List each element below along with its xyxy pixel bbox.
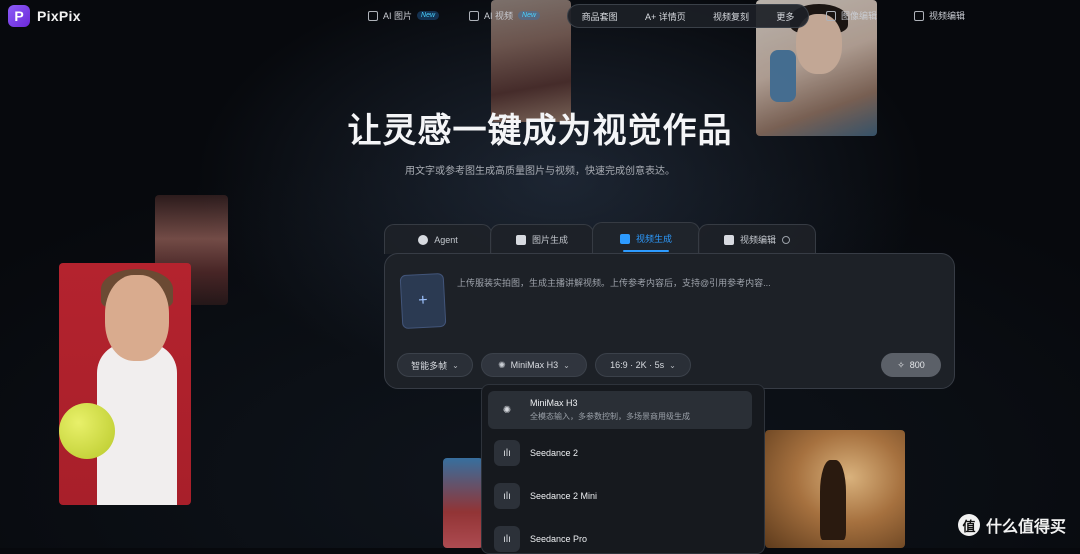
model-option-name: MiniMax H3: [530, 398, 578, 408]
logo-icon: P: [8, 5, 30, 27]
model-dropdown: ✺ MiniMax H3 全模态输入，多参数控制，多场景商用级生成 ılı Se…: [481, 384, 765, 554]
hero-title: 让灵感一键成为视觉作品: [347, 112, 733, 150]
image-icon: [515, 234, 526, 245]
chevron-down-icon: ⌄: [669, 360, 676, 370]
model-option-desc: 全模态输入，多参数控制，多场景商用级生成: [530, 412, 690, 421]
watermark-logo-icon: 值: [957, 514, 980, 536]
nav-ai-image[interactable]: AI 图片 New: [368, 9, 440, 22]
plus-icon: +: [417, 291, 429, 310]
agent-icon: [418, 234, 429, 245]
credit-cost: 800: [909, 360, 925, 370]
upload-button[interactable]: +: [399, 272, 447, 330]
tab-agent-label: Agent: [434, 234, 458, 245]
nav-ai-video[interactable]: AI 视频 New: [469, 9, 541, 22]
new-badge: New: [518, 11, 541, 20]
tab-image-generate-label: 图片生成: [531, 235, 568, 245]
sparkle-icon: ✧: [897, 359, 905, 370]
nav-video-edit-label: 视频编辑: [929, 11, 966, 21]
generate-button[interactable]: ✧ 800: [881, 353, 941, 377]
watermark-text: 什么值得买: [985, 519, 1066, 536]
model-option-seedance-2[interactable]: ılı Seedance 2: [488, 437, 752, 469]
model-option-seedance-pro[interactable]: ılı Seedance Pro: [488, 523, 752, 553]
tab-video-edit[interactable]: 视频编辑: [698, 224, 816, 254]
chevron-down-icon: ⌄: [452, 360, 459, 370]
minimax-icon: ✺: [502, 404, 512, 416]
flowers-photo: [443, 458, 483, 548]
tab-video-generate[interactable]: 视频生成: [592, 222, 700, 254]
nav-video-edit[interactable]: 视频编辑: [914, 9, 965, 22]
seedance-icon: ılı: [494, 440, 520, 466]
watermark: 值 什么值得买: [957, 513, 1066, 537]
model-option-name: Seedance 2: [530, 448, 579, 458]
model-option-seedance-2-mini[interactable]: ılı Seedance 2 Mini: [488, 480, 752, 512]
video-edit-icon: [723, 234, 734, 245]
nav-a-plus-detail[interactable]: A+ 详情页: [645, 10, 686, 23]
frames-select-label: 智能多帧: [411, 360, 448, 371]
nav-image-edit[interactable]: 图像编辑: [826, 9, 877, 22]
info-icon[interactable]: [782, 235, 790, 244]
model-icon: ✺: [498, 359, 506, 370]
new-badge: New: [417, 11, 440, 20]
model-select[interactable]: ✺ MiniMax H3 ⌄: [481, 353, 587, 377]
logo-text: PixPix: [37, 8, 81, 24]
top-nav: P PixPix AI 图片 New AI 视频 New 商品套图 A+ 详情页…: [0, 0, 1080, 34]
seedance-icon: ılı: [494, 526, 520, 552]
tennis-player-photo: [59, 263, 191, 505]
active-tab-indicator: [623, 250, 669, 252]
frames-select[interactable]: 智能多帧 ⌄: [397, 353, 473, 377]
image-edit-icon: [826, 10, 836, 21]
model-option-minimax-h3[interactable]: ✺ MiniMax H3 全模态输入，多参数控制，多场景商用级生成: [488, 391, 752, 429]
nav-ai-image-label: AI 图片: [383, 11, 413, 21]
video-edit-icon: [914, 10, 924, 21]
spec-select-label: 16:9 · 2K · 5s: [610, 360, 665, 370]
spec-select[interactable]: 16:9 · 2K · 5s ⌄: [595, 353, 691, 377]
tab-image-generate[interactable]: 图片生成: [490, 224, 594, 254]
tab-video-generate-label: 视频生成: [635, 234, 672, 244]
nav-image-edit-label: 图像编辑: [841, 11, 878, 21]
video-icon: [469, 10, 479, 21]
prompt-input[interactable]: [455, 274, 939, 338]
chevron-down-icon: ⌄: [563, 360, 570, 370]
nav-product-set[interactable]: 商品套图: [582, 10, 618, 23]
nav-video-replicate[interactable]: 视频复刻: [713, 10, 749, 23]
video-icon: [619, 233, 630, 244]
tab-video-edit-label: 视频编辑: [739, 235, 776, 245]
nav-pill-group: 商品套图 A+ 详情页 视频复刻 更多: [567, 4, 809, 28]
model-option-name: Seedance Pro: [530, 534, 588, 544]
tab-agent[interactable]: Agent: [384, 224, 492, 254]
logo[interactable]: P PixPix: [8, 5, 81, 27]
model-select-label: MiniMax H3: [510, 360, 559, 370]
nav-more[interactable]: 更多: [776, 10, 794, 23]
dancer-photo: [765, 430, 905, 548]
hero-subtitle: 用文字或参考图生成高质量图片与视频，快速完成创意表达。: [405, 166, 675, 177]
model-option-name: Seedance 2 Mini: [530, 491, 598, 501]
image-icon: [368, 10, 378, 21]
prompt-panel: + 智能多帧 ⌄ ✺ MiniMax H3 ⌄ 16:9 · 2K · 5s ⌄…: [384, 253, 955, 389]
nav-ai-video-label: AI 视频: [484, 11, 514, 21]
seedance-icon: ılı: [494, 483, 520, 509]
